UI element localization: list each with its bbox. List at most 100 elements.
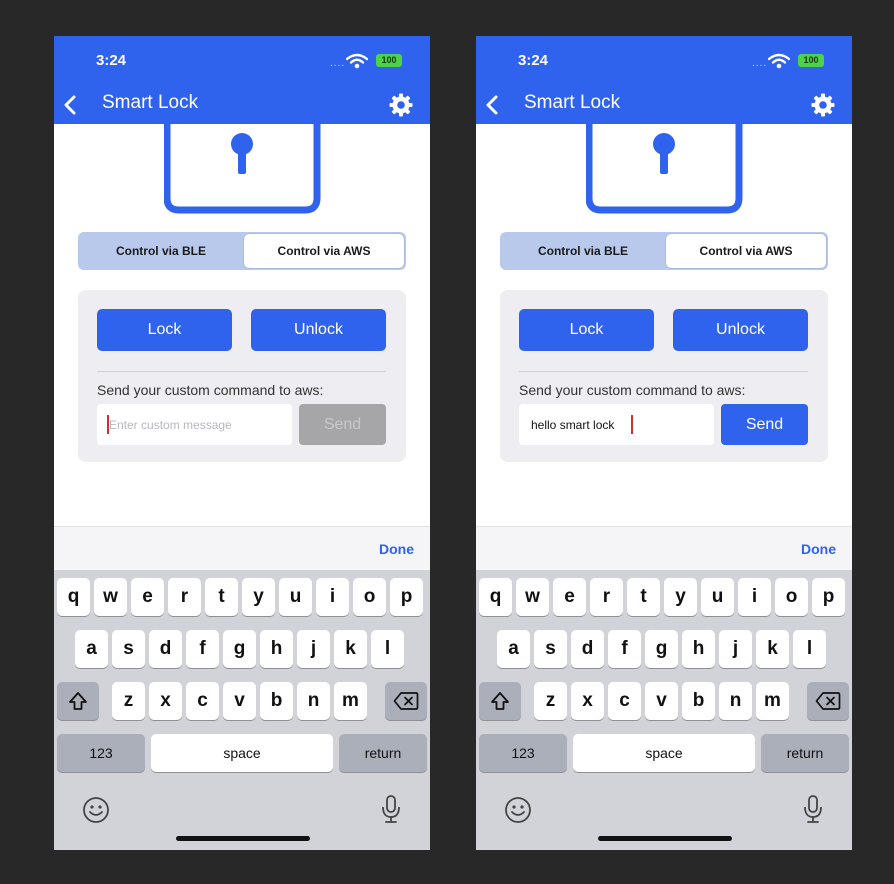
key-v[interactable]: v bbox=[645, 682, 678, 720]
key-o[interactable]: o bbox=[775, 578, 808, 616]
control-mode-toggle: Control via BLE Control via AWS bbox=[78, 232, 406, 270]
key-w[interactable]: w bbox=[516, 578, 549, 616]
microphone-icon[interactable] bbox=[380, 794, 402, 829]
key-e[interactable]: e bbox=[553, 578, 586, 616]
key-f[interactable]: f bbox=[186, 630, 219, 668]
key-k[interactable]: k bbox=[334, 630, 367, 668]
key-o[interactable]: o bbox=[353, 578, 386, 616]
gear-icon[interactable] bbox=[388, 92, 414, 123]
signal-icon: .... bbox=[752, 58, 768, 69]
key-j[interactable]: j bbox=[719, 630, 752, 668]
gear-icon[interactable] bbox=[810, 92, 836, 123]
shift-key[interactable] bbox=[57, 682, 99, 720]
key-p[interactable]: p bbox=[390, 578, 423, 616]
key-l[interactable]: l bbox=[793, 630, 826, 668]
keyboard-toolbar: Done bbox=[54, 526, 430, 571]
nav-bar: Smart Lock bbox=[476, 86, 852, 124]
key-h[interactable]: h bbox=[260, 630, 293, 668]
key-v[interactable]: v bbox=[223, 682, 256, 720]
key-x[interactable]: x bbox=[571, 682, 604, 720]
text-cursor bbox=[631, 415, 633, 434]
done-button[interactable]: Done bbox=[801, 541, 836, 557]
done-button[interactable]: Done bbox=[379, 541, 414, 557]
key-d[interactable]: d bbox=[149, 630, 182, 668]
lock-button[interactable]: Lock bbox=[97, 309, 232, 351]
chevron-left-icon[interactable] bbox=[484, 94, 500, 121]
key-e[interactable]: e bbox=[131, 578, 164, 616]
key-a[interactable]: a bbox=[75, 630, 108, 668]
key-t[interactable]: t bbox=[627, 578, 660, 616]
key-a[interactable]: a bbox=[497, 630, 530, 668]
key-s[interactable]: s bbox=[112, 630, 145, 668]
key-c[interactable]: c bbox=[608, 682, 641, 720]
tab-control-via-aws[interactable]: Control via AWS bbox=[666, 234, 826, 268]
key-g[interactable]: g bbox=[223, 630, 256, 668]
custom-message-input[interactable] bbox=[97, 404, 292, 445]
status-bar: 3:24 .... 100 bbox=[476, 36, 852, 86]
return-key[interactable]: return bbox=[339, 734, 427, 772]
shift-key[interactable] bbox=[479, 682, 521, 720]
key-u[interactable]: u bbox=[701, 578, 734, 616]
delete-key[interactable] bbox=[385, 682, 427, 720]
key-b[interactable]: b bbox=[682, 682, 715, 720]
status-bar: 3:24 .... 100 bbox=[54, 36, 430, 86]
key-m[interactable]: m bbox=[334, 682, 367, 720]
page-title: Smart Lock bbox=[102, 92, 199, 113]
custom-message-input[interactable] bbox=[519, 404, 714, 445]
key-i[interactable]: i bbox=[316, 578, 349, 616]
key-k[interactable]: k bbox=[756, 630, 789, 668]
unlock-button[interactable]: Unlock bbox=[673, 309, 808, 351]
send-button[interactable]: Send bbox=[721, 404, 808, 445]
key-z[interactable]: z bbox=[534, 682, 567, 720]
chevron-left-icon[interactable] bbox=[62, 94, 78, 121]
keyboard-toolbar: Done bbox=[476, 526, 852, 571]
key-w[interactable]: w bbox=[94, 578, 127, 616]
key-x[interactable]: x bbox=[149, 682, 182, 720]
status-time: 3:24 bbox=[518, 52, 549, 69]
key-p[interactable]: p bbox=[812, 578, 845, 616]
key-q[interactable]: q bbox=[479, 578, 512, 616]
key-b[interactable]: b bbox=[260, 682, 293, 720]
key-l[interactable]: l bbox=[371, 630, 404, 668]
tab-control-via-aws[interactable]: Control via AWS bbox=[244, 234, 404, 268]
control-panel: Lock Unlock Send your custom command to … bbox=[500, 290, 828, 462]
key-d[interactable]: d bbox=[571, 630, 604, 668]
key-f[interactable]: f bbox=[608, 630, 641, 668]
numbers-key[interactable]: 123 bbox=[479, 734, 567, 772]
key-n[interactable]: n bbox=[719, 682, 752, 720]
key-r[interactable]: r bbox=[168, 578, 201, 616]
unlock-button[interactable]: Unlock bbox=[251, 309, 386, 351]
key-i[interactable]: i bbox=[738, 578, 771, 616]
key-j[interactable]: j bbox=[297, 630, 330, 668]
key-h[interactable]: h bbox=[682, 630, 715, 668]
lock-button[interactable]: Lock bbox=[519, 309, 654, 351]
send-button[interactable]: Send bbox=[299, 404, 386, 445]
delete-key[interactable] bbox=[807, 682, 849, 720]
key-g[interactable]: g bbox=[645, 630, 678, 668]
key-s[interactable]: s bbox=[534, 630, 567, 668]
emoji-icon[interactable] bbox=[82, 796, 110, 829]
key-y[interactable]: y bbox=[242, 578, 275, 616]
custom-command-label: Send your custom command to aws: bbox=[97, 382, 324, 398]
numbers-key[interactable]: 123 bbox=[57, 734, 145, 772]
key-m[interactable]: m bbox=[756, 682, 789, 720]
microphone-icon[interactable] bbox=[802, 794, 824, 829]
tab-control-via-ble[interactable]: Control via BLE bbox=[80, 234, 242, 268]
return-key[interactable]: return bbox=[761, 734, 849, 772]
space-key[interactable]: space bbox=[151, 734, 333, 772]
keyboard: q w e r t y u i o p a s d f g h j k l z … bbox=[476, 570, 852, 850]
key-c[interactable]: c bbox=[186, 682, 219, 720]
key-q[interactable]: q bbox=[57, 578, 90, 616]
space-key[interactable]: space bbox=[573, 734, 755, 772]
battery-icon: 100 bbox=[798, 54, 824, 67]
key-r[interactable]: r bbox=[590, 578, 623, 616]
key-t[interactable]: t bbox=[205, 578, 238, 616]
emoji-icon[interactable] bbox=[504, 796, 532, 829]
divider bbox=[97, 371, 386, 372]
key-z[interactable]: z bbox=[112, 682, 145, 720]
key-y[interactable]: y bbox=[664, 578, 697, 616]
key-n[interactable]: n bbox=[297, 682, 330, 720]
phone-screen-empty: 3:24 .... 100 Smart Lock Control via BLE… bbox=[54, 36, 430, 850]
tab-control-via-ble[interactable]: Control via BLE bbox=[502, 234, 664, 268]
key-u[interactable]: u bbox=[279, 578, 312, 616]
